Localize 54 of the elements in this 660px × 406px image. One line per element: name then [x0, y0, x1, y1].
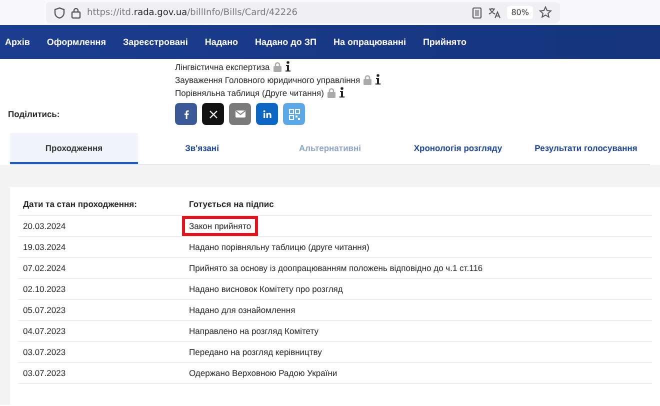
- nav-link[interactable]: Зареєстровані: [122, 37, 188, 47]
- nav-link[interactable]: Надано до ЗП: [255, 37, 316, 47]
- zoom-level[interactable]: 80%: [507, 6, 533, 19]
- lock-icon: [71, 6, 81, 18]
- table-cell-text: 07.02.2024: [22, 263, 67, 273]
- document-link[interactable]: Лінгвістична експертиза: [175, 62, 270, 72]
- share-label: Поділитись:: [7, 109, 61, 119]
- tab[interactable]: Результати голосування: [522, 133, 650, 164]
- table-cell-text: Надано висновок Комітету про розгляд: [188, 283, 344, 296]
- table-cell-text: Надано для ознайомлення: [188, 304, 296, 317]
- share-button[interactable]: [175, 103, 197, 125]
- nav-link[interactable]: Прийнято: [422, 37, 466, 47]
- info-icon[interactable]: [338, 87, 345, 98]
- tab[interactable]: Проходження: [10, 133, 138, 164]
- share-button[interactable]: [202, 103, 224, 125]
- info-icon[interactable]: [284, 61, 291, 72]
- table-cell-text: Направлено на розгляд Комітету: [188, 325, 320, 338]
- table-cell-text: 03.07.2023: [22, 368, 67, 378]
- lock-icon: [326, 88, 336, 98]
- column-header: Дати та стан проходження:: [22, 199, 138, 209]
- table-cell: Закон прийнято: [182, 216, 258, 236]
- table-cell-text: 05.07.2023: [22, 305, 67, 315]
- table-cell-text: 19.03.2024: [22, 242, 67, 252]
- address-bar[interactable]: https://itd.rada.gov.ua/billInfo/Bills/Card/42226 80%: [46, 2, 560, 23]
- table-cell-text: 20.03.2024: [22, 221, 67, 231]
- table-cell-text: Передано на розгляд керівництву: [188, 346, 323, 359]
- info-icon[interactable]: [375, 74, 382, 85]
- table-cell-text: Одержано Верховною Радою України: [188, 367, 338, 380]
- qr-code-icon: [288, 108, 300, 120]
- lock-icon: [272, 62, 282, 72]
- translate-icon[interactable]: [488, 6, 502, 18]
- tab[interactable]: Хронологія розгляду: [394, 133, 522, 164]
- star-icon[interactable]: [539, 6, 552, 19]
- nav-link[interactable]: На опрацюванні: [334, 37, 406, 47]
- table-cell-text: 02.10.2023: [22, 284, 67, 294]
- lock-icon: [363, 74, 372, 84]
- column-header: Готується на підпис: [189, 199, 275, 209]
- table-cell-text: 03.07.2023: [22, 347, 67, 357]
- facebook-icon: [184, 110, 188, 118]
- nav-link[interactable]: Оформлення: [46, 37, 106, 47]
- table-cell-text: 04.07.2023: [22, 326, 67, 336]
- shield-icon: [54, 6, 65, 18]
- tab[interactable]: Зв'язані: [138, 133, 266, 164]
- envelope-icon: [234, 110, 246, 118]
- document-link[interactable]: Зауваження Головного юридичного управління: [175, 74, 360, 84]
- table-cell-text: Прийнято за основу із доопрацюванням положень відповідно до ч.1 ст.116: [188, 262, 484, 275]
- reader-view-icon[interactable]: [472, 6, 482, 18]
- url-text: https://itd.rada.gov.ua/billInfo/Bills/Card/42226: [87, 8, 298, 18]
- linkedin-icon: [262, 110, 272, 118]
- nav-link[interactable]: Надано: [204, 37, 238, 47]
- document-link[interactable]: Порівняльна таблиця (Друге читання): [175, 88, 324, 98]
- x-logo-icon: [208, 110, 218, 118]
- nav-link[interactable]: Архів: [5, 37, 30, 47]
- table-cell-text: Надано порівняльну таблицю (друге читання): [188, 241, 370, 254]
